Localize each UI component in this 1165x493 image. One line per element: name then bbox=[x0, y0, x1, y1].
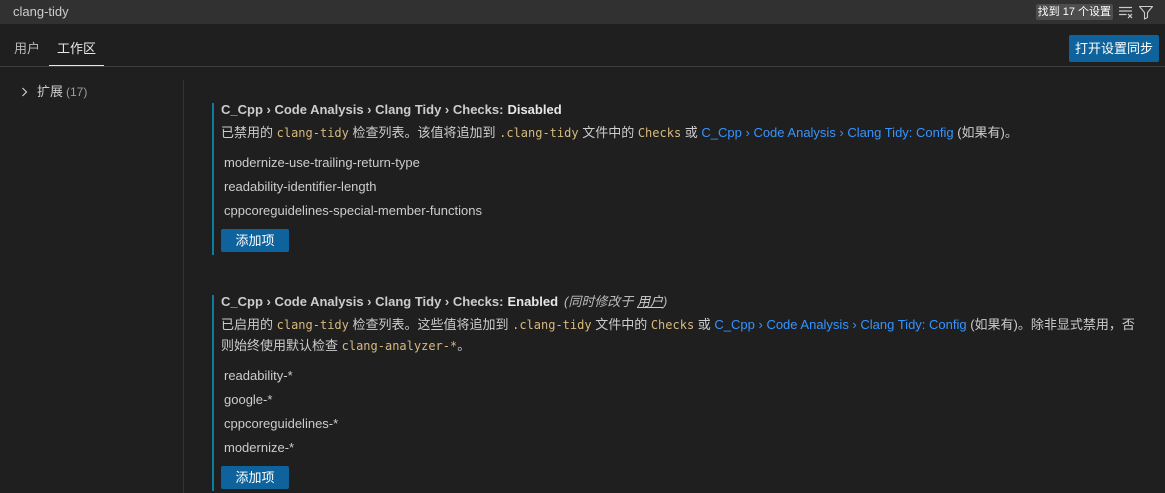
description-text: 已启用的 bbox=[221, 317, 277, 332]
inline-code: clang-analyzer-* bbox=[341, 339, 458, 353]
clang-tidy-config-setting-link[interactable]: C_Cpp › Code Analysis › Clang Tidy: Conf… bbox=[701, 125, 953, 140]
list-item[interactable]: modernize-use-trailing-return-type bbox=[221, 151, 841, 175]
settings-editor: 找到 17 个设置 用户 工作区 打开设置同步 扩展(17) C bbox=[0, 0, 1165, 493]
setting-label: Enabled bbox=[507, 294, 559, 309]
list-item[interactable]: readability-* bbox=[221, 364, 841, 388]
list-item[interactable]: google-* bbox=[221, 388, 841, 412]
description-text: 。 bbox=[457, 338, 471, 353]
add-item-button[interactable]: 添加项 bbox=[221, 229, 289, 252]
modified-elsewhere-text: (同时修改于 bbox=[564, 294, 637, 309]
setting-title: C_Cpp › Code Analysis › Clang Tidy › Che… bbox=[221, 103, 1142, 117]
description-text: 文件中的 bbox=[578, 125, 638, 140]
chevron-right-icon[interactable] bbox=[16, 84, 32, 100]
toc-item-count: (17) bbox=[66, 85, 88, 99]
list-item[interactable]: cppcoreguidelines-* bbox=[221, 412, 841, 436]
inline-code: .clang-tidy bbox=[512, 318, 592, 332]
list-item[interactable]: cppcoreguidelines-special-member-functio… bbox=[221, 199, 841, 223]
clang-tidy-config-setting-link[interactable]: C_Cpp › Code Analysis › Clang Tidy: Conf… bbox=[714, 317, 966, 332]
description-text: 或 bbox=[681, 125, 702, 140]
inline-code: clang-tidy bbox=[276, 126, 349, 140]
description-text: 检查列表。这些值将追加到 bbox=[348, 317, 513, 332]
setting-description: 已禁用的 clang-tidy 检查列表。该值将追加到 .clang-tidy … bbox=[221, 122, 1142, 143]
modified-elsewhere-text: ) bbox=[663, 294, 668, 309]
inline-code: Checks bbox=[637, 126, 682, 140]
setting-checks-enabled: C_Cpp › Code Analysis › Clang Tidy › Che… bbox=[212, 295, 1142, 491]
search-results-badge: 找到 17 个设置 bbox=[1035, 4, 1113, 20]
description-text: 或 bbox=[694, 317, 715, 332]
setting-checks-disabled: C_Cpp › Code Analysis › Clang Tidy › Che… bbox=[212, 103, 1142, 255]
setting-category: C_Cpp › Code Analysis › Clang Tidy › Che… bbox=[221, 294, 504, 309]
header-divider bbox=[0, 66, 1165, 67]
setting-title: C_Cpp › Code Analysis › Clang Tidy › Che… bbox=[221, 295, 1142, 309]
inline-code: .clang-tidy bbox=[499, 126, 579, 140]
inline-code: clang-tidy bbox=[276, 318, 349, 332]
filter-icon[interactable] bbox=[1138, 4, 1154, 20]
description-text: 已禁用的 bbox=[221, 125, 277, 140]
modified-in-user-link[interactable]: 用户 bbox=[637, 294, 663, 309]
toc-splitter[interactable] bbox=[183, 80, 184, 493]
clear-all-icon[interactable] bbox=[1118, 4, 1134, 20]
setting-label: Disabled bbox=[507, 102, 562, 117]
description-text: (如果有)。 bbox=[953, 125, 1018, 140]
turn-on-settings-sync-button[interactable]: 打开设置同步 bbox=[1068, 35, 1159, 62]
search-input[interactable] bbox=[0, 0, 1020, 24]
settings-scope-tabs: 用户 工作区 bbox=[6, 34, 105, 66]
array-item-list: readability-* google-* cppcoreguidelines… bbox=[221, 364, 841, 460]
toc-item-label: 扩展 bbox=[37, 84, 64, 99]
modified-elsewhere-indicator: (同时修改于 用户) bbox=[564, 294, 667, 309]
setting-category: C_Cpp › Code Analysis › Clang Tidy › Che… bbox=[221, 102, 504, 117]
filter-settings-button[interactable] bbox=[1138, 4, 1154, 20]
tab-user[interactable]: 用户 bbox=[6, 34, 48, 66]
tab-workspace[interactable]: 工作区 bbox=[49, 34, 105, 66]
array-item-list: modernize-use-trailing-return-type reada… bbox=[221, 151, 841, 223]
add-item-button[interactable]: 添加项 bbox=[221, 466, 289, 489]
inline-code: Checks bbox=[650, 318, 695, 332]
setting-description: 已启用的 clang-tidy 检查列表。这些值将追加到 .clang-tidy… bbox=[221, 314, 1142, 356]
description-text: 检查列表。该值将追加到 bbox=[348, 125, 500, 140]
toc-item-extensions[interactable]: 扩展 (17) bbox=[16, 83, 87, 101]
description-text: 文件中的 bbox=[591, 317, 651, 332]
list-item[interactable]: readability-identifier-length bbox=[221, 175, 841, 199]
search-bar: 找到 17 个设置 bbox=[0, 0, 1165, 24]
list-item[interactable]: modernize-* bbox=[221, 436, 841, 460]
clear-search-button[interactable] bbox=[1118, 4, 1134, 20]
